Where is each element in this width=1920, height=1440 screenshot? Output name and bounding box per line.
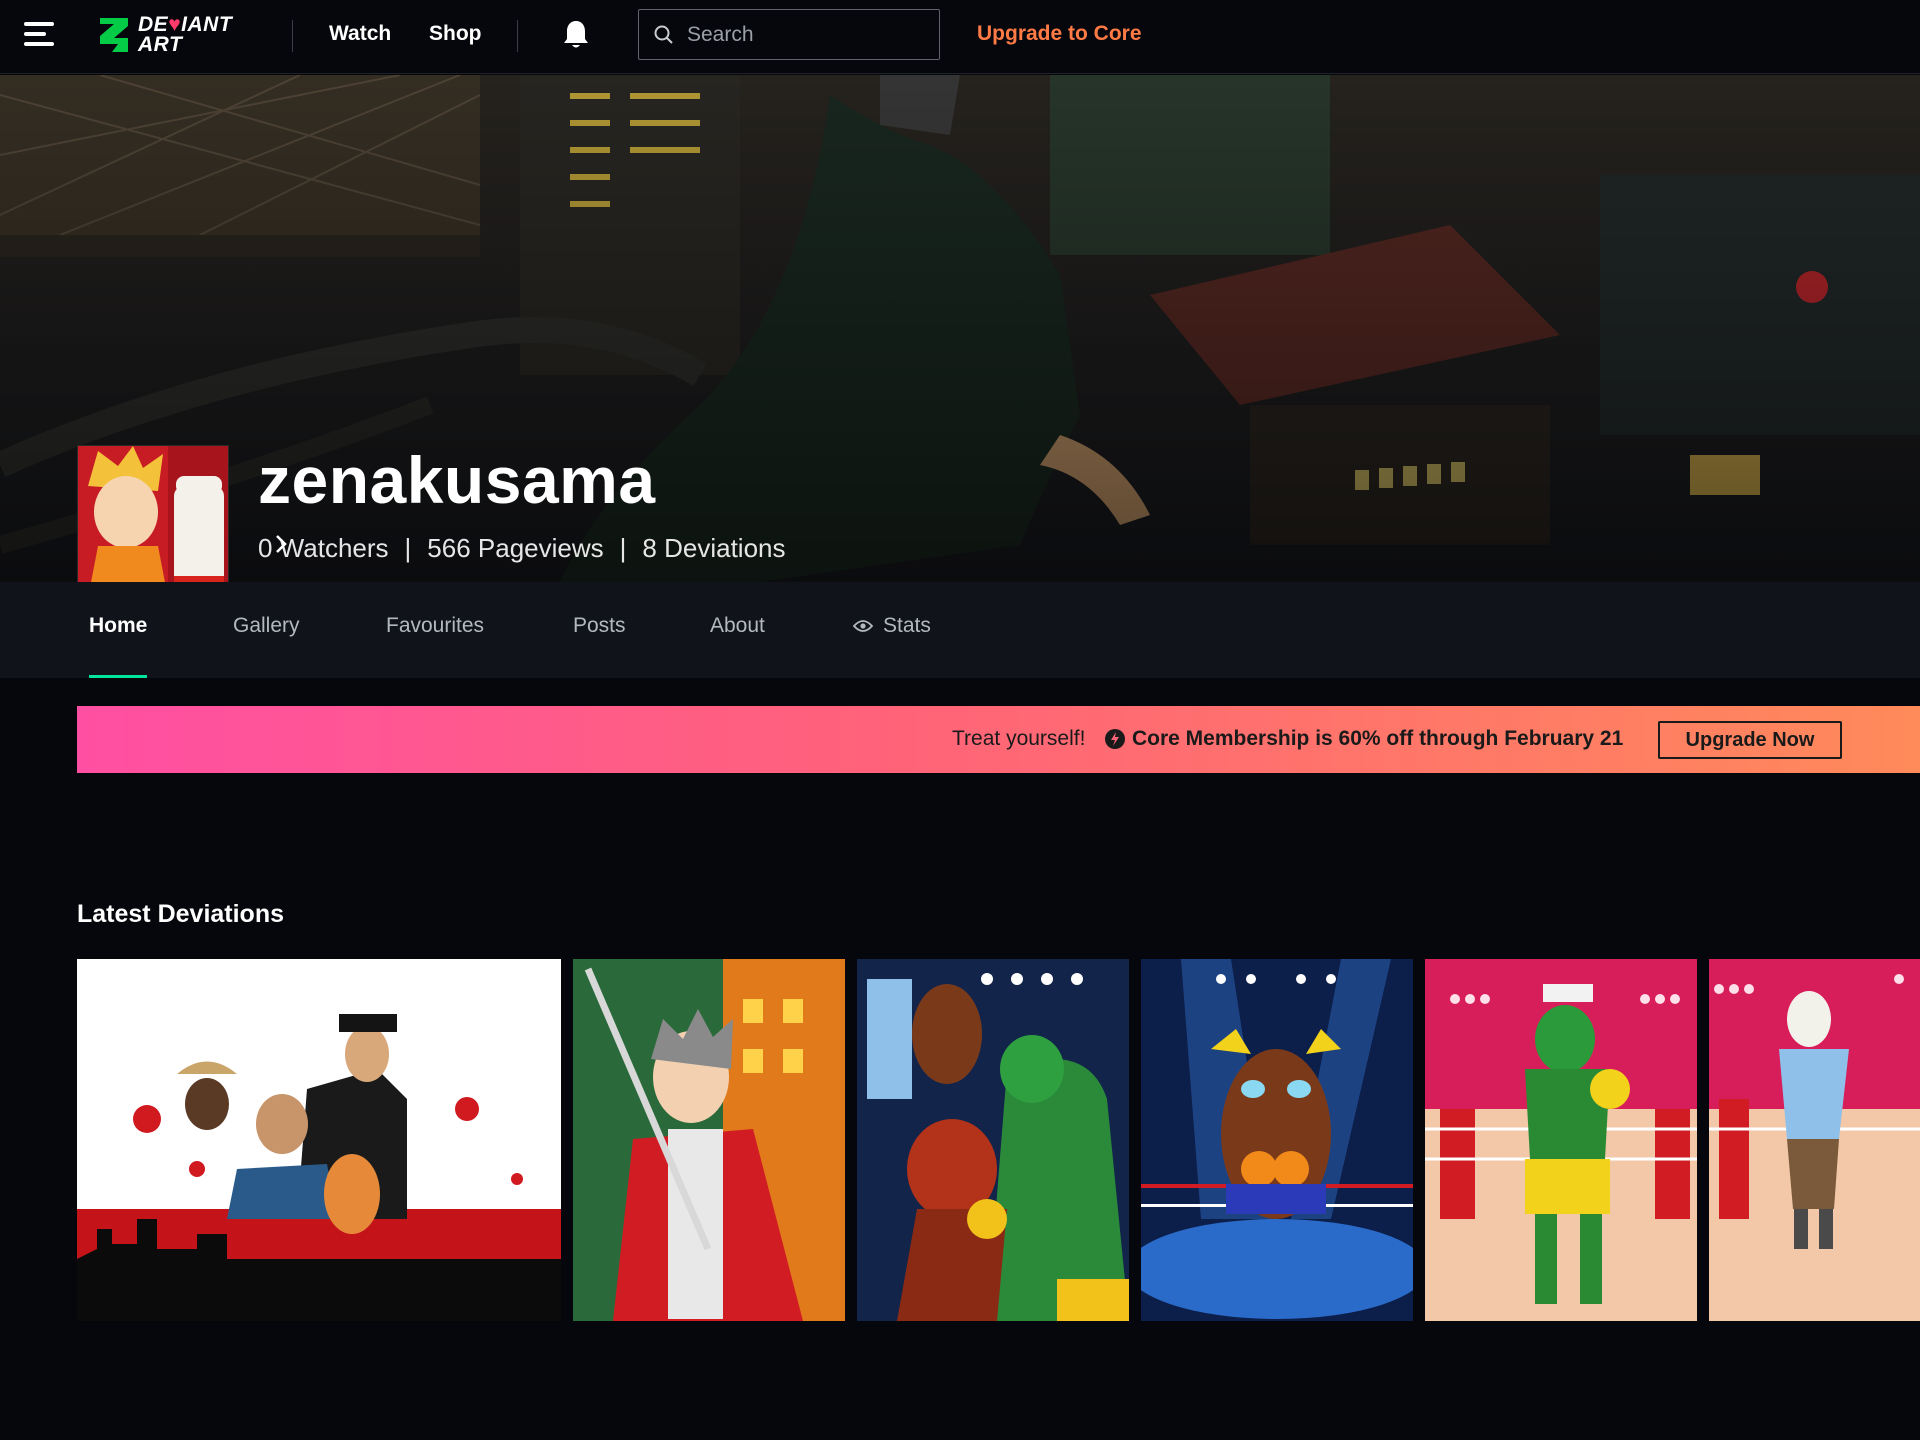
profile-stats: 0 Watchers | 566 Pageviews | 8 Deviation… bbox=[258, 533, 785, 564]
search-icon bbox=[654, 25, 673, 44]
deviations-count[interactable]: 8 Deviations bbox=[642, 533, 785, 564]
tab-favourites[interactable]: Favourites bbox=[386, 614, 484, 678]
tab-stats-label: Stats bbox=[883, 614, 931, 637]
tab-posts[interactable]: Posts bbox=[573, 614, 626, 678]
profile-banner: zenakusama 0 Watchers | 566 Pageviews | … bbox=[0, 75, 1920, 582]
deviation-thumbnail[interactable] bbox=[77, 959, 561, 1321]
tab-home[interactable]: Home bbox=[89, 614, 148, 678]
chevron-right-icon[interactable] bbox=[274, 533, 288, 555]
avatar-image bbox=[78, 446, 228, 582]
promo-core-text: Core Membership is 60% off through Febru… bbox=[1132, 727, 1624, 750]
tab-about[interactable]: About bbox=[710, 614, 765, 678]
deviantart-logo-mark bbox=[100, 18, 128, 52]
menu-icon[interactable] bbox=[24, 22, 58, 52]
upgrade-now-button[interactable]: Upgrade Now bbox=[1658, 721, 1842, 759]
promo-banner: Treat yourself! Core Membership is 60% o… bbox=[77, 706, 1920, 773]
pageviews-count: 566 Pageviews bbox=[427, 533, 604, 563]
deviation-image bbox=[77, 959, 561, 1321]
deviation-thumbnail[interactable] bbox=[1141, 959, 1413, 1321]
deviation-thumbnail[interactable] bbox=[1709, 959, 1920, 1321]
tab-stats[interactable]: Stats bbox=[852, 614, 931, 678]
notifications-bell-icon[interactable] bbox=[560, 18, 592, 52]
deviation-image bbox=[857, 959, 1129, 1321]
latest-deviations-heading: Latest Deviations bbox=[77, 900, 285, 928]
nav-watch-link[interactable]: Watch bbox=[329, 22, 391, 46]
profile-tabs: Home Gallery Favourites Posts About Stat… bbox=[0, 582, 1920, 678]
deviation-image bbox=[1709, 959, 1920, 1321]
deviation-thumbnail[interactable] bbox=[573, 959, 845, 1321]
deviantart-logo[interactable]: DE♥IANT ART bbox=[98, 12, 248, 58]
top-navigation-bar: DE♥IANT ART Watch Shop Upgrade to Core bbox=[0, 0, 1920, 74]
deviation-image bbox=[573, 959, 845, 1321]
upgrade-to-core-link[interactable]: Upgrade to Core bbox=[977, 22, 1142, 46]
deviation-image bbox=[1141, 959, 1413, 1321]
deviation-thumbnail[interactable] bbox=[1425, 959, 1697, 1321]
eye-icon bbox=[852, 620, 874, 632]
promo-treat-text: Treat yourself! bbox=[952, 727, 1086, 750]
profile-avatar[interactable] bbox=[77, 445, 229, 582]
logo-wordmark: DE♥IANT ART bbox=[138, 13, 233, 56]
stats-separator: | bbox=[404, 533, 412, 563]
search-input[interactable] bbox=[685, 14, 925, 55]
profile-username: zenakusama bbox=[258, 443, 656, 517]
core-badge-icon bbox=[1105, 729, 1125, 749]
stats-separator: | bbox=[619, 533, 627, 563]
search-box[interactable] bbox=[638, 9, 940, 60]
deviation-image bbox=[1425, 959, 1697, 1321]
nav-shop-link[interactable]: Shop bbox=[429, 22, 482, 46]
tab-gallery[interactable]: Gallery bbox=[233, 614, 300, 678]
deviation-thumbnail[interactable] bbox=[857, 959, 1129, 1321]
nav-divider bbox=[517, 20, 518, 52]
nav-divider bbox=[292, 20, 293, 52]
